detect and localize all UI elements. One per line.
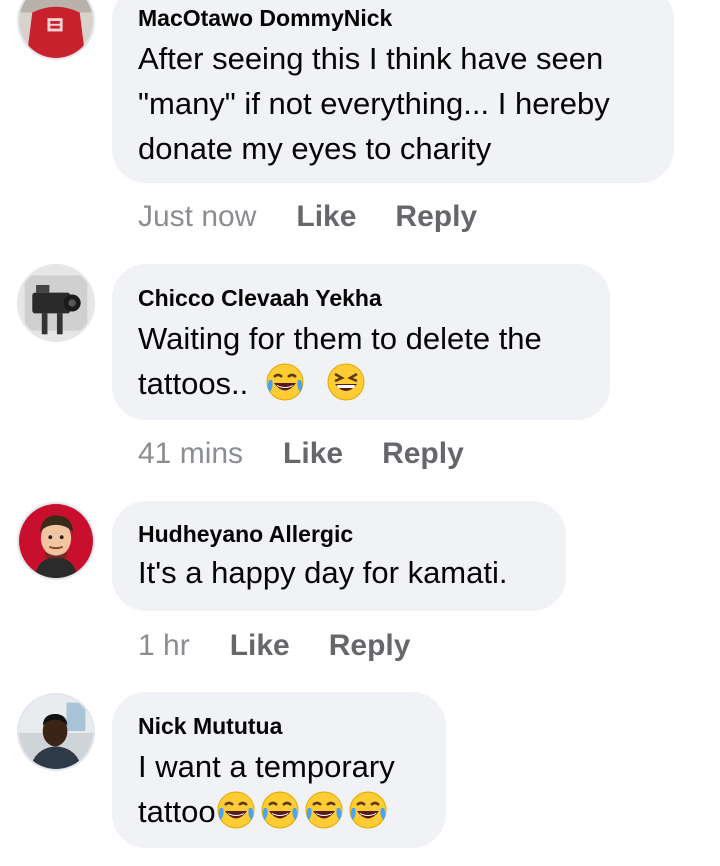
comment-item: Hudheyano Allergic It's a happy day for … (0, 500, 720, 680)
face-with-tears-of-joy-emoji (348, 790, 388, 830)
comment-item: Nick Mututua I want a temporary tattoo (0, 692, 720, 866)
reply-button[interactable]: Reply (382, 436, 464, 472)
comment-bubble: Chicco Clevaah Yekha Waiting for them to… (112, 264, 610, 420)
comment-timestamp[interactable]: 1 hr (138, 628, 190, 664)
comment-text-line: donate my eyes to charity (138, 131, 492, 166)
red-shirt-person-avatar (19, 0, 93, 58)
comment-text-fragment: tattoo (138, 794, 216, 829)
comment-bubble: Hudheyano Allergic It's a happy day for … (112, 501, 566, 611)
camera-gear-avatar (19, 266, 93, 340)
avatar[interactable] (17, 502, 95, 580)
cartoon-man-avatar (19, 504, 93, 578)
comment-text-line: It's a happy day for kamati. (138, 555, 508, 590)
avatar[interactable] (17, 693, 95, 771)
reply-button[interactable]: Reply (329, 628, 411, 664)
comment-text: After seeing this I think have seen "man… (138, 36, 648, 171)
comment-item: Chicco Clevaah Yekha Waiting for them to… (0, 264, 720, 484)
avatar[interactable] (17, 264, 95, 342)
face-with-tears-of-joy-emoji (216, 790, 256, 830)
face-with-tears-of-joy-emoji (260, 790, 300, 830)
comment-text-line: tattoos.. (138, 361, 584, 406)
comment-text-line: "many" if not everything... I hereby (138, 86, 610, 121)
comment-meta: 41 mins Like Reply (138, 436, 503, 472)
comment-text-line: After seeing this I think have seen (138, 41, 604, 76)
like-button[interactable]: Like (283, 436, 343, 472)
like-button[interactable]: Like (296, 199, 356, 235)
comment-bubble: MacOtawo DommyNick After seeing this I t… (112, 0, 674, 183)
reply-button[interactable]: Reply (395, 199, 477, 235)
comment-meta: 1 hr Like Reply (138, 628, 449, 664)
comment-text: Waiting for them to delete the tattoos.. (138, 316, 584, 406)
comment-author[interactable]: MacOtawo DommyNick (138, 4, 648, 32)
comment-text-line: I want a temporary (138, 749, 395, 784)
comment-item: MacOtawo DommyNick After seeing this I t… (0, 0, 720, 250)
comment-author[interactable]: Nick Mututua (138, 712, 420, 740)
like-button[interactable]: Like (230, 628, 290, 664)
face-with-tears-of-joy-emoji (304, 790, 344, 830)
selfie-man-avatar (19, 695, 93, 769)
comment-text: It's a happy day for kamati. (138, 550, 540, 595)
comment-bubble: Nick Mututua I want a temporary tattoo (112, 692, 446, 848)
comment-author[interactable]: Hudheyano Allergic (138, 520, 540, 548)
comment-author[interactable]: Chicco Clevaah Yekha (138, 284, 584, 312)
grinning-squinting-face-emoji (326, 362, 366, 402)
comment-text-line: tattoo (138, 789, 420, 834)
comment-timestamp[interactable]: 41 mins (138, 436, 243, 472)
face-with-tears-of-joy-emoji (265, 362, 305, 402)
avatar[interactable] (17, 0, 95, 60)
comment-text: I want a temporary tattoo (138, 744, 420, 834)
comment-timestamp[interactable]: Just now (138, 199, 256, 235)
comment-text-line: Waiting for them to delete the (138, 321, 542, 356)
comment-text-fragment: tattoos.. (138, 366, 249, 401)
comment-meta: Just now Like Reply (138, 199, 516, 235)
